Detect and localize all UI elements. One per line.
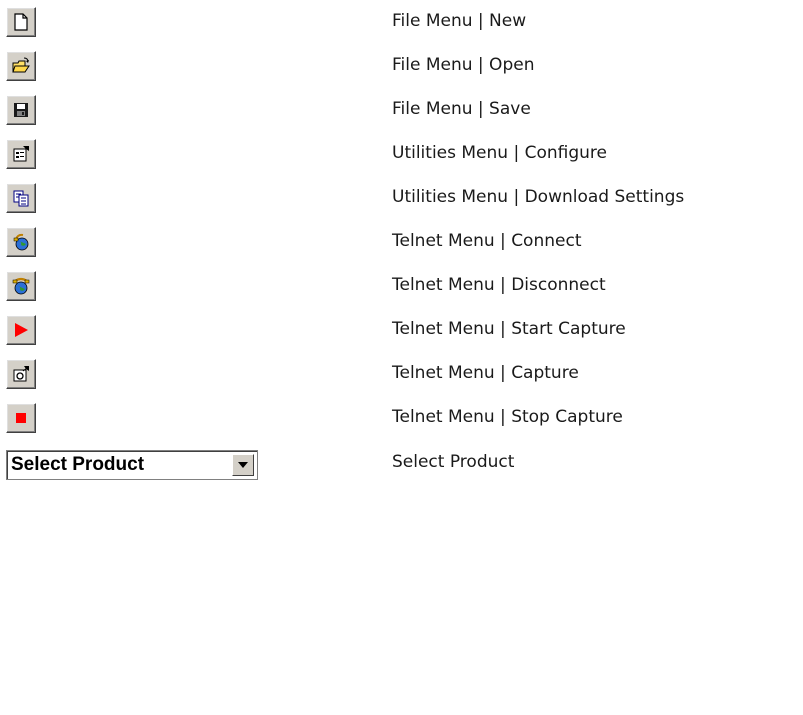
legend-row-configure: Utilities Menu | Configure — [0, 132, 803, 172]
download-settings-button[interactable] — [6, 183, 36, 213]
capture-button[interactable] — [6, 359, 36, 389]
stop-capture-button[interactable] — [6, 403, 36, 433]
legend-label: Select Product — [392, 452, 515, 472]
legend-label: Utilities Menu | Configure — [392, 143, 607, 163]
product-select-value: Select Product — [11, 454, 145, 475]
configure-button[interactable] — [6, 139, 36, 169]
download-settings-icon — [13, 190, 29, 207]
start-capture-icon — [15, 323, 28, 337]
legend-label: File Menu | Save — [392, 99, 531, 119]
legend-row-save: File Menu | Save — [0, 88, 803, 128]
new-button[interactable] — [6, 7, 36, 37]
legend-label: Telnet Menu | Disconnect — [392, 275, 606, 295]
save-disk-icon — [14, 103, 28, 117]
configure-icon — [13, 146, 29, 162]
product-select[interactable]: Select Product — [6, 450, 258, 480]
dropdown-button[interactable] — [232, 454, 254, 476]
open-folder-icon — [12, 57, 30, 73]
legend-label: File Menu | Open — [392, 55, 535, 75]
legend-label: Telnet Menu | Stop Capture — [392, 407, 623, 427]
start-capture-button[interactable] — [6, 315, 36, 345]
legend-label: Utilities Menu | Download Settings — [392, 187, 685, 207]
legend-label: Telnet Menu | Start Capture — [392, 319, 626, 339]
disconnect-globe-icon — [12, 277, 30, 295]
legend-row-stop-capture: Telnet Menu | Stop Capture — [0, 396, 803, 436]
legend-row-open: File Menu | Open — [0, 44, 803, 84]
capture-icon — [13, 366, 29, 382]
legend-row-new: File Menu | New — [0, 0, 803, 40]
legend-row-connect: Telnet Menu | Connect — [0, 220, 803, 260]
legend-label: Telnet Menu | Connect — [392, 231, 582, 251]
legend-row-capture: Telnet Menu | Capture — [0, 352, 803, 392]
chevron-down-icon — [238, 462, 248, 468]
disconnect-button[interactable] — [6, 271, 36, 301]
open-button[interactable] — [6, 51, 36, 81]
connect-globe-icon — [13, 233, 29, 251]
legend-label: File Menu | New — [392, 11, 527, 31]
legend-row-disconnect: Telnet Menu | Disconnect — [0, 264, 803, 304]
save-button[interactable] — [6, 95, 36, 125]
stop-capture-icon — [16, 413, 26, 423]
legend-label: Telnet Menu | Capture — [392, 363, 579, 383]
legend-row-select-product: Select Product Select Product — [0, 440, 803, 490]
connect-button[interactable] — [6, 227, 36, 257]
legend-row-start-capture: Telnet Menu | Start Capture — [0, 308, 803, 348]
legend-row-download-settings: Utilities Menu | Download Settings — [0, 176, 803, 216]
new-file-icon — [14, 13, 28, 31]
